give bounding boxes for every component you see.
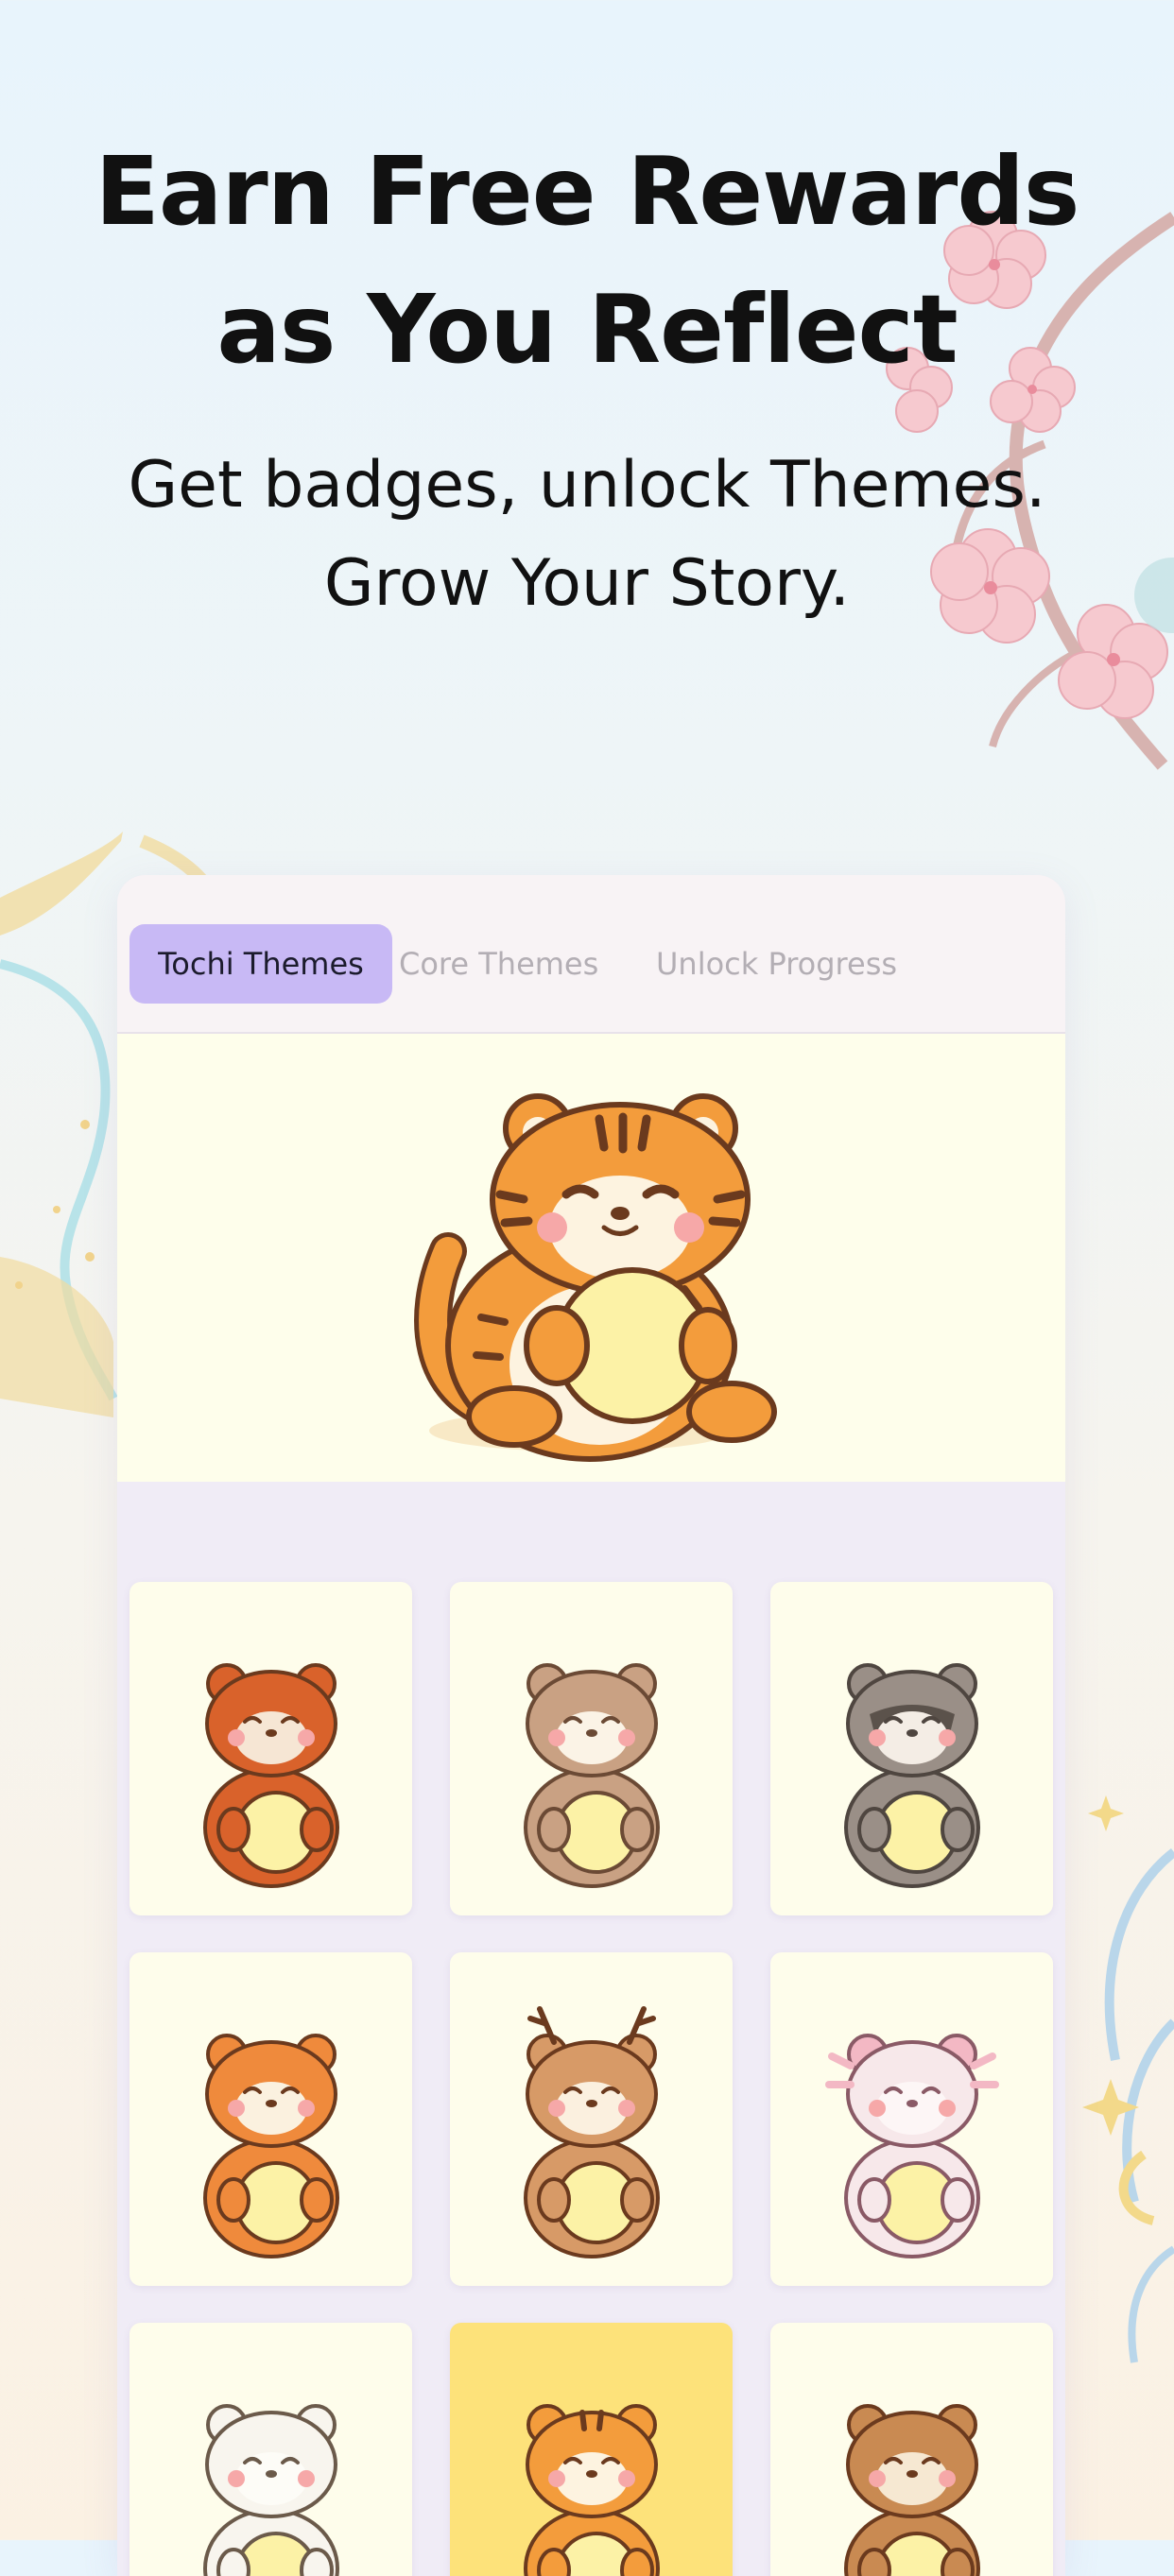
subheadline: Get badges, unlock Themes. Grow Your Sto… (0, 437, 1174, 633)
shiba-icon (203, 2034, 339, 2258)
red-panda-icon (203, 1663, 339, 1888)
otter-icon (524, 1663, 660, 1888)
tab-bar: Tochi Themes Core Themes Unlock Progress (117, 875, 1065, 1034)
raccoon-icon (844, 1663, 980, 1888)
featured-theme-preview (117, 1034, 1065, 1482)
tab-unlock-progress[interactable]: Unlock Progress (656, 924, 897, 1004)
theme-tile-polar-bear[interactable] (129, 2323, 412, 2576)
theme-tile-deer[interactable] (450, 1952, 733, 2286)
axolotl-icon (825, 2034, 999, 2258)
theme-tile-red-panda[interactable] (129, 1582, 412, 1915)
leaf-sparkle-decoration (1082, 1795, 1174, 2363)
theme-tile-raccoon[interactable] (770, 1582, 1053, 1915)
owl-icon (844, 2404, 980, 2576)
theme-tile-tiger[interactable] (450, 2323, 733, 2576)
theme-tile-axolotl[interactable] (770, 1952, 1053, 2286)
tiger-icon (524, 2404, 660, 2576)
subheadline-line-1: Get badges, unlock Themes. (128, 448, 1046, 523)
tiger-mascot-icon (414, 1093, 777, 1462)
headline: Earn Free Rewards as You Reflect (0, 123, 1174, 399)
deer-icon (524, 2006, 660, 2258)
theme-tile-owl[interactable] (770, 2323, 1053, 2576)
theme-tile-shiba-fox[interactable] (129, 1952, 412, 2286)
themes-card: Tochi Themes Core Themes Unlock Progress (117, 875, 1065, 2576)
polar-bear-icon (203, 2404, 339, 2576)
subheadline-line-2: Grow Your Story. (323, 546, 851, 621)
headline-line-2: as You Reflect (216, 274, 958, 385)
tab-tochi-themes[interactable]: Tochi Themes (129, 924, 392, 1004)
tab-core-themes[interactable]: Core Themes (399, 924, 598, 1004)
headline-line-1: Earn Free Rewards (95, 136, 1080, 247)
theme-tile-otter[interactable] (450, 1582, 733, 1915)
